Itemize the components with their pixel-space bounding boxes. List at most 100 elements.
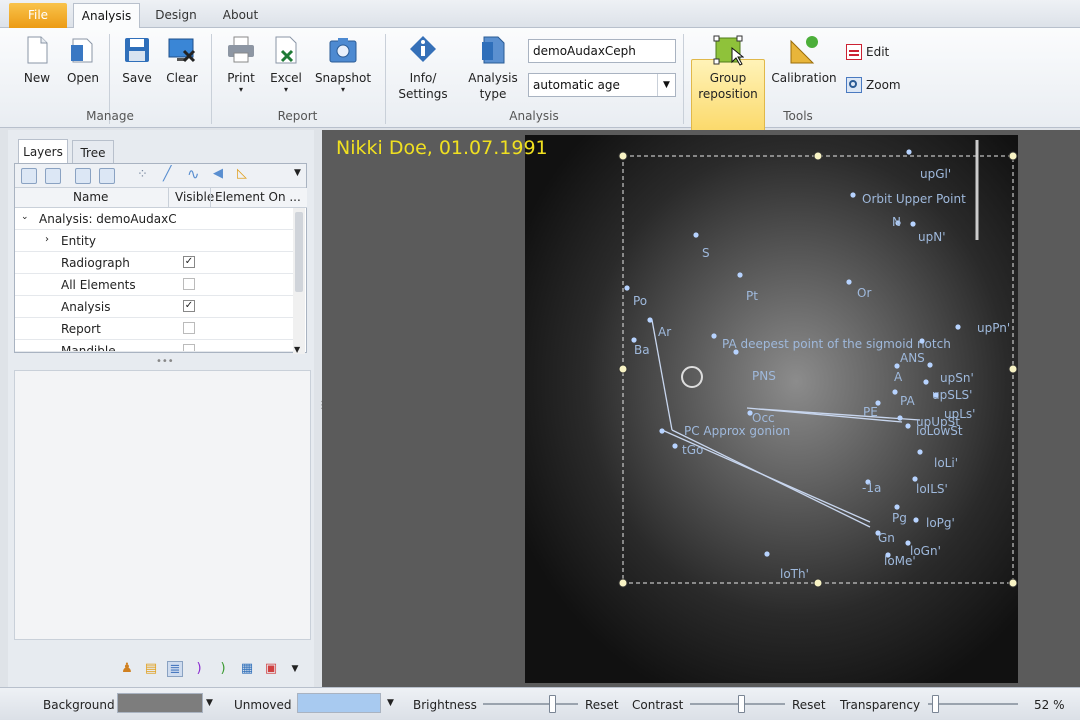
background-chevron-down-icon[interactable]: ▼	[206, 698, 213, 708]
line-tool-icon[interactable]: ╱	[163, 166, 171, 182]
print-button[interactable]: Print ▾	[224, 34, 258, 94]
points-tool-icon[interactable]: ⁘	[137, 167, 148, 182]
chevron-down-icon[interactable]: ▼	[657, 74, 675, 96]
landmark-point[interactable]	[846, 279, 852, 285]
tree-scrollbar[interactable]: ▼	[293, 208, 305, 354]
landmark-point[interactable]	[659, 428, 665, 434]
tab-file[interactable]: File	[9, 3, 67, 28]
landmark-point[interactable]	[910, 221, 916, 227]
clear-button[interactable]: Clear	[164, 34, 200, 86]
scroll-down-icon[interactable]: ▼	[294, 345, 300, 354]
resize-handle[interactable]	[1008, 151, 1018, 161]
scrollbar-thumb[interactable]	[295, 212, 303, 292]
tree-row-radiograph[interactable]: Radiograph ✓	[15, 252, 295, 274]
group-reposition-button[interactable]: Group reposition	[693, 34, 763, 102]
add-layer-icon[interactable]	[21, 168, 37, 184]
export-icon[interactable]: ▣	[263, 661, 279, 677]
visible-checkbox[interactable]	[183, 278, 195, 290]
landmark-point[interactable]	[624, 285, 630, 291]
tree-row-all-elements[interactable]: All Elements	[15, 274, 295, 296]
layers-icon[interactable]: ≣	[167, 661, 183, 677]
column-visible[interactable]: Visible	[168, 188, 214, 207]
resize-handle[interactable]	[618, 578, 628, 588]
tree-row-report[interactable]: Report	[15, 318, 295, 340]
unmoved-chevron-down-icon[interactable]: ▼	[387, 698, 394, 708]
landmark-point[interactable]	[913, 517, 919, 523]
resize-handle[interactable]	[813, 578, 823, 588]
landmark-point[interactable]	[693, 232, 699, 238]
column-name[interactable]: Name	[73, 190, 108, 204]
age-mode-select[interactable]: automatic age ▼	[528, 73, 676, 97]
landmark-point[interactable]	[955, 324, 961, 330]
open-button[interactable]: Open	[64, 34, 102, 86]
tree-row-mandible[interactable]: Mandible	[15, 340, 295, 352]
landmark-point[interactable]	[892, 389, 898, 395]
tab-tree[interactable]: Tree	[72, 140, 114, 164]
save-layer-icon[interactable]	[75, 168, 91, 184]
person-icon[interactable]: ♟	[119, 661, 135, 677]
brightness-slider[interactable]	[483, 695, 578, 713]
resize-handle[interactable]	[1008, 578, 1018, 588]
landmark-point[interactable]	[906, 149, 912, 155]
resize-handle[interactable]	[1008, 364, 1018, 374]
unmoved-color-picker[interactable]	[297, 693, 381, 713]
landmark-point[interactable]	[912, 476, 918, 482]
document-icon[interactable]: ▤	[143, 661, 159, 677]
landmark-point[interactable]	[927, 362, 933, 368]
tab-design[interactable]: Design	[147, 3, 205, 28]
angle-tool-icon[interactable]: ◀	[213, 166, 223, 181]
landmark-point[interactable]	[923, 379, 929, 385]
page-icon[interactable]: ▦	[239, 661, 255, 677]
collapse-icon[interactable]: ⌄	[21, 212, 29, 222]
landmark-point[interactable]	[764, 551, 770, 557]
landmark-point[interactable]	[672, 443, 678, 449]
landmark-point[interactable]	[919, 338, 925, 344]
resize-handle[interactable]	[813, 151, 823, 161]
more-chevron-icon[interactable]: ▼	[287, 661, 303, 677]
tree-root-row[interactable]: ⌄ Analysis: demoAudaxC	[15, 208, 295, 230]
background-color-picker[interactable]	[117, 693, 203, 713]
contrast-slider[interactable]	[690, 695, 785, 713]
tree-row-analysis[interactable]: Analysis ✓	[15, 296, 295, 318]
tab-about[interactable]: About	[213, 3, 268, 28]
analysis-type-button[interactable]: Analysis type	[466, 34, 520, 102]
landmark-point[interactable]	[631, 337, 637, 343]
save-button[interactable]: Save	[120, 34, 154, 86]
landmark-point[interactable]	[733, 349, 739, 355]
expand-icon[interactable]: ›	[45, 234, 49, 245]
cephalometric-overlay[interactable]: upGl' Orbit Upper Point NupN' S Pt Or upPn' Po A…	[322, 130, 1080, 687]
column-element-on[interactable]: Element On ...	[210, 188, 301, 207]
excel-button[interactable]: Excel ▾	[268, 34, 304, 94]
edit-button[interactable]: Edit	[846, 44, 889, 60]
visible-checkbox[interactable]	[183, 322, 195, 334]
color-bands-icon[interactable]: )	[215, 661, 231, 677]
landmark-point[interactable]	[894, 504, 900, 510]
curve-tool-icon[interactable]: ∿	[187, 165, 200, 183]
remove-layer-icon[interactable]	[45, 168, 61, 184]
tab-analysis[interactable]: Analysis	[73, 3, 140, 28]
zoom-button[interactable]: Zoom	[846, 77, 901, 93]
visible-checkbox[interactable]: ✓	[183, 300, 195, 312]
landmark-point[interactable]	[917, 449, 923, 455]
landmark-point[interactable]	[933, 392, 939, 398]
toolbar-overflow-chevron-icon[interactable]: ▼	[294, 168, 301, 178]
copy-layer-icon[interactable]	[99, 168, 115, 184]
new-button[interactable]: New	[20, 34, 54, 86]
analysis-name-input[interactable]: demoAudaxCeph	[528, 39, 676, 63]
calibration-button[interactable]: Calibration	[770, 34, 838, 86]
visible-checkbox[interactable]: ✓	[183, 256, 195, 268]
transparency-slider[interactable]	[928, 695, 1018, 713]
info-settings-button[interactable]: Info/ Settings	[398, 34, 448, 102]
landmark-point[interactable]	[647, 317, 653, 323]
tab-layers[interactable]: Layers	[18, 139, 68, 164]
contrast-thumb[interactable]	[738, 695, 746, 713]
tree-row-entity[interactable]: › Entity	[15, 230, 295, 252]
resize-handle[interactable]	[618, 364, 628, 374]
brightness-reset-button[interactable]: Reset	[585, 698, 619, 712]
visible-checkbox[interactable]	[183, 344, 195, 351]
resize-handle[interactable]	[618, 151, 628, 161]
splitter-grip[interactable]: •••	[156, 356, 174, 367]
transparency-thumb[interactable]	[932, 695, 940, 713]
landmark-point[interactable]	[711, 333, 717, 339]
contrast-reset-button[interactable]: Reset	[792, 698, 826, 712]
